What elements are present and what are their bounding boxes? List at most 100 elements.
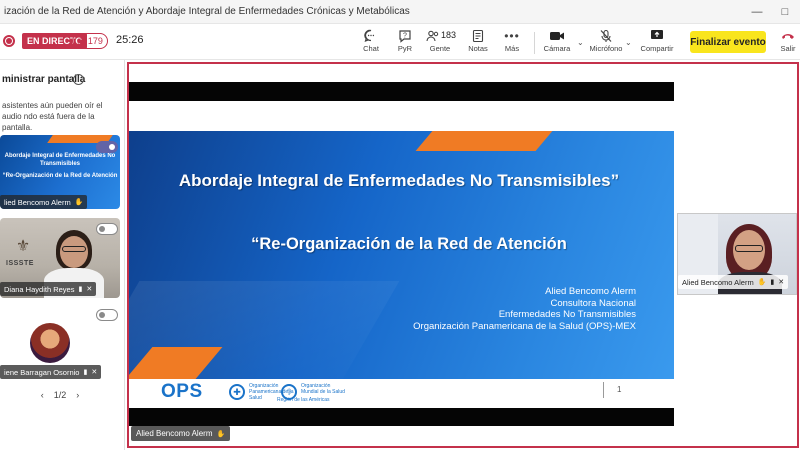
pin-icon: ▮ (83, 369, 88, 376)
letterbox-bottom (129, 408, 674, 426)
title-bar: ización de la Red de Atención y Abordaje… (0, 0, 800, 24)
presentation-slide: Abordaje Integral de Enfermedades No Tra… (129, 101, 674, 408)
notes-label: Notas (468, 44, 488, 53)
meeting-timer: 25:26 (116, 34, 144, 46)
meeting-toolbar: EN DIRECTO ◉ 179 25:26 Chat ? PyR Gente … (0, 24, 800, 60)
participant-face (60, 236, 88, 268)
people-count: 183 (441, 30, 457, 40)
hand-icon: ✋ (74, 199, 84, 206)
end-event-button[interactable]: Finalizar evento (690, 31, 766, 53)
presenter-name: Alied Bencomo Alerm (682, 277, 754, 287)
slide-subtitle: “Re-Organización de la Red de Atención (251, 235, 567, 253)
hand-icon: ✋ (757, 279, 767, 286)
more-label: Más (504, 44, 520, 53)
minimize-button[interactable]: — (744, 0, 770, 24)
notes-button[interactable]: Notas (464, 27, 492, 57)
microphone-muted-icon: ✕ (778, 279, 785, 286)
next-page-button[interactable]: › (76, 390, 79, 400)
share-button[interactable]: Compartir (640, 27, 674, 57)
participant-name-tag: Diana Haydith Reyes ▮ ✕ (0, 282, 97, 296)
qa-button[interactable]: ? PyR (392, 27, 418, 57)
ops-logo: OPS (161, 381, 203, 402)
thumb-subtitle-line: “Re-Organización de la Red de Atención (2, 173, 118, 179)
microphone-muted-icon: ✕ (86, 286, 93, 293)
camera-icon (549, 27, 565, 44)
presenter-video-tile[interactable]: Alied Bencomo Alerm ✋ ▮ ✕ (677, 213, 797, 295)
share-screen-icon (650, 27, 664, 44)
paho-logo-icon: ✚ (229, 384, 245, 400)
thumb-title-line: Abordaje Integral de Enfermedades No (4, 153, 116, 159)
visibility-toggle[interactable] (96, 309, 118, 321)
slide-author-block: Alied Bencomo Alerm Consultora Nacional … (336, 286, 636, 332)
microphone-muted-icon: ✕ (91, 369, 98, 376)
glasses-icon (735, 245, 763, 252)
participant-name: Diana Haydith Reyes (4, 284, 75, 294)
slide-page-number: 1 (617, 385, 622, 394)
thumb-title-line: Transmisibles (39, 161, 81, 167)
pin-icon: ▮ (770, 279, 775, 286)
participant-name: iene Barragan Osornio (4, 367, 80, 377)
visibility-toggle[interactable] (96, 141, 118, 153)
author-department: Enfermedades No Transmisibles (498, 309, 636, 320)
issste-logo-text: ISSSTE (6, 260, 34, 267)
author-name: Alied Bencomo Alerm (545, 286, 636, 297)
share-label: Compartir (640, 44, 674, 53)
pin-icon: ▮ (78, 286, 83, 293)
author-organization: Organización Panamericana de la Salud (O… (413, 320, 636, 332)
previous-page-button[interactable]: ‹ (41, 390, 44, 400)
leave-button[interactable]: Salir (776, 27, 800, 57)
glasses-icon (62, 246, 86, 252)
people-label: Gente (429, 44, 451, 53)
viewer-count-badge: ◉ 179 (72, 33, 108, 49)
more-button[interactable]: ••• Más (500, 27, 524, 57)
slide-orange-accent (415, 131, 553, 151)
microphone-button[interactable]: Micrófono (588, 27, 624, 57)
chat-label: Chat (363, 44, 379, 53)
page-indicator: 1/2 (53, 390, 67, 400)
recording-icon (3, 35, 15, 47)
more-icon: ••• (504, 28, 520, 43)
chat-icon (364, 27, 378, 44)
slide-blue-band (129, 131, 674, 379)
viewer-count: 179 (87, 36, 103, 46)
author-role: Consultora Nacional (550, 297, 636, 309)
issste-logo-icon: ⚜ (15, 238, 31, 255)
window-title: ización de la Red de Atención y Abordaje… (4, 6, 410, 17)
svg-text:?: ? (403, 32, 407, 39)
event-stage: Abordaje Integral de Enfermedades No Tra… (127, 60, 800, 450)
camera-button[interactable]: Cámara (542, 27, 572, 57)
chat-button[interactable]: Chat (358, 27, 384, 57)
chevron-down-icon[interactable]: ⌄ (625, 38, 632, 47)
question-icon: ? (398, 27, 412, 44)
microphone-label: Micrófono (589, 44, 623, 53)
hand-icon: ✋ (216, 430, 226, 438)
letterbox-top (129, 82, 674, 101)
toolbar-divider (534, 32, 535, 54)
participant-name: lied Bencomo Alerm (4, 197, 71, 207)
notes-icon (471, 27, 485, 44)
qa-label: PyR (397, 44, 413, 53)
who-logo-text: Organización Mundial de la Salud (301, 383, 345, 395)
participant-name-tag: lied Bencomo Alerm ✋ (0, 195, 88, 209)
participant-avatar[interactable] (30, 323, 70, 363)
visibility-toggle[interactable] (96, 223, 118, 235)
phone-hangup-icon (781, 27, 795, 44)
presenter-name-tag: Alied Bencomo Alerm ✋ ▮ ✕ (678, 275, 789, 289)
pagination: ‹ 1/2 › (20, 390, 100, 400)
maximize-button[interactable]: □ (772, 0, 798, 24)
slide-title: Abordaje Integral de Enfermedades No Tra… (178, 171, 620, 190)
who-logo-subtext: Región de las Américas (277, 397, 330, 403)
stage-presenter-name: Alied Bencomo Alerm (136, 429, 213, 438)
stage-presenter-tag: Alied Bencomo Alerm ✋ (131, 426, 231, 441)
chevron-down-icon[interactable]: ⌄ (577, 38, 584, 47)
info-icon[interactable]: i (73, 74, 84, 85)
people-icon (426, 27, 440, 44)
camera-label: Cámara (543, 44, 571, 53)
manage-screen-panel: ministrar pantalla i asistentes aún pued… (0, 60, 125, 450)
leave-label: Salir (780, 44, 796, 53)
footer-divider (603, 382, 604, 398)
panel-note: asistentes aún pueden oír el audio ndo e… (2, 101, 103, 132)
microphone-muted-icon (599, 27, 613, 44)
participant-name-tag: iene Barragan Osornio ▮ ✕ (0, 365, 102, 379)
eye-icon: ◉ (77, 35, 85, 46)
